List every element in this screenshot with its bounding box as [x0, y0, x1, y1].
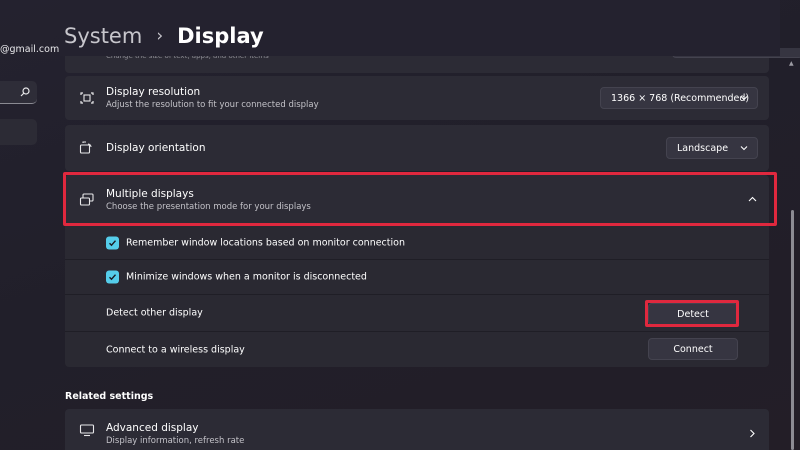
- breadcrumb-system-label[interactable]: System: [64, 24, 142, 48]
- related-settings-heading: Related settings: [65, 391, 154, 402]
- sidebar: @gmail.com: [0, 0, 59, 450]
- search-icon: [20, 87, 30, 97]
- display-resolution-title: Display resolution: [106, 86, 201, 98]
- checkmark-icon: [109, 239, 117, 246]
- resolution-dropdown[interactable]: 1366 × 768 (Recommended): [600, 87, 758, 109]
- checkmark-icon: [109, 274, 117, 281]
- minimize-windows-label: Minimize windows when a monitor is disco…: [126, 271, 367, 283]
- chevron-down-icon: [740, 96, 748, 101]
- advanced-display-desc: Display information, refresh rate: [106, 436, 245, 446]
- detect-other-display-label: Detect other display: [106, 307, 203, 319]
- display-orientation-row[interactable]: Display orientation Landscape: [65, 125, 769, 171]
- orientation-value: Landscape: [677, 142, 729, 154]
- scrollbar-thumb[interactable]: [791, 210, 794, 450]
- display-resolution-row[interactable]: Display resolution Adjust the resolution…: [65, 76, 769, 120]
- resolution-icon: [80, 92, 94, 104]
- connect-button[interactable]: Connect: [648, 338, 738, 360]
- highlight-multiple-displays: [63, 172, 777, 226]
- advanced-display-title: Advanced display: [106, 422, 199, 434]
- orientation-dropdown[interactable]: Landscape: [666, 137, 758, 159]
- breadcrumb-display-label: Display: [177, 24, 264, 48]
- highlight-detect-button: [645, 300, 739, 327]
- account-email: @gmail.com: [0, 44, 60, 55]
- search-input[interactable]: [0, 81, 37, 104]
- monitor-icon: [79, 423, 95, 436]
- chevron-down-icon: [740, 146, 748, 151]
- sidebar-item-system[interactable]: [0, 119, 37, 145]
- advanced-display-row[interactable]: Advanced display Display information, re…: [65, 409, 769, 450]
- minimize-windows-checkbox[interactable]: [106, 270, 119, 284]
- breadcrumb-chevron-icon: ›: [156, 26, 164, 46]
- minimize-windows-row[interactable]: Minimize windows when a monitor is disco…: [65, 260, 769, 295]
- remember-window-locations-checkbox[interactable]: [106, 236, 119, 249]
- remember-window-locations-row[interactable]: Remember window locations based on monit…: [65, 226, 769, 260]
- wireless-display-label: Connect to a wireless display: [106, 344, 245, 355]
- resolution-value: 1366 × 768 (Recommended): [611, 92, 750, 104]
- chevron-right-icon: [750, 429, 755, 438]
- scroll-up-arrow-icon[interactable]: ▲: [789, 60, 794, 67]
- orientation-icon: [79, 141, 92, 154]
- remember-window-locations-label: Remember window locations based on monit…: [126, 237, 405, 248]
- display-resolution-desc: Adjust the resolution to fit your connec…: [106, 100, 319, 110]
- breadcrumb-overlay: System › Display: [64, 20, 264, 52]
- wireless-display-row: Connect to a wireless display Connect: [65, 332, 769, 367]
- display-orientation-title: Display orientation: [106, 142, 206, 154]
